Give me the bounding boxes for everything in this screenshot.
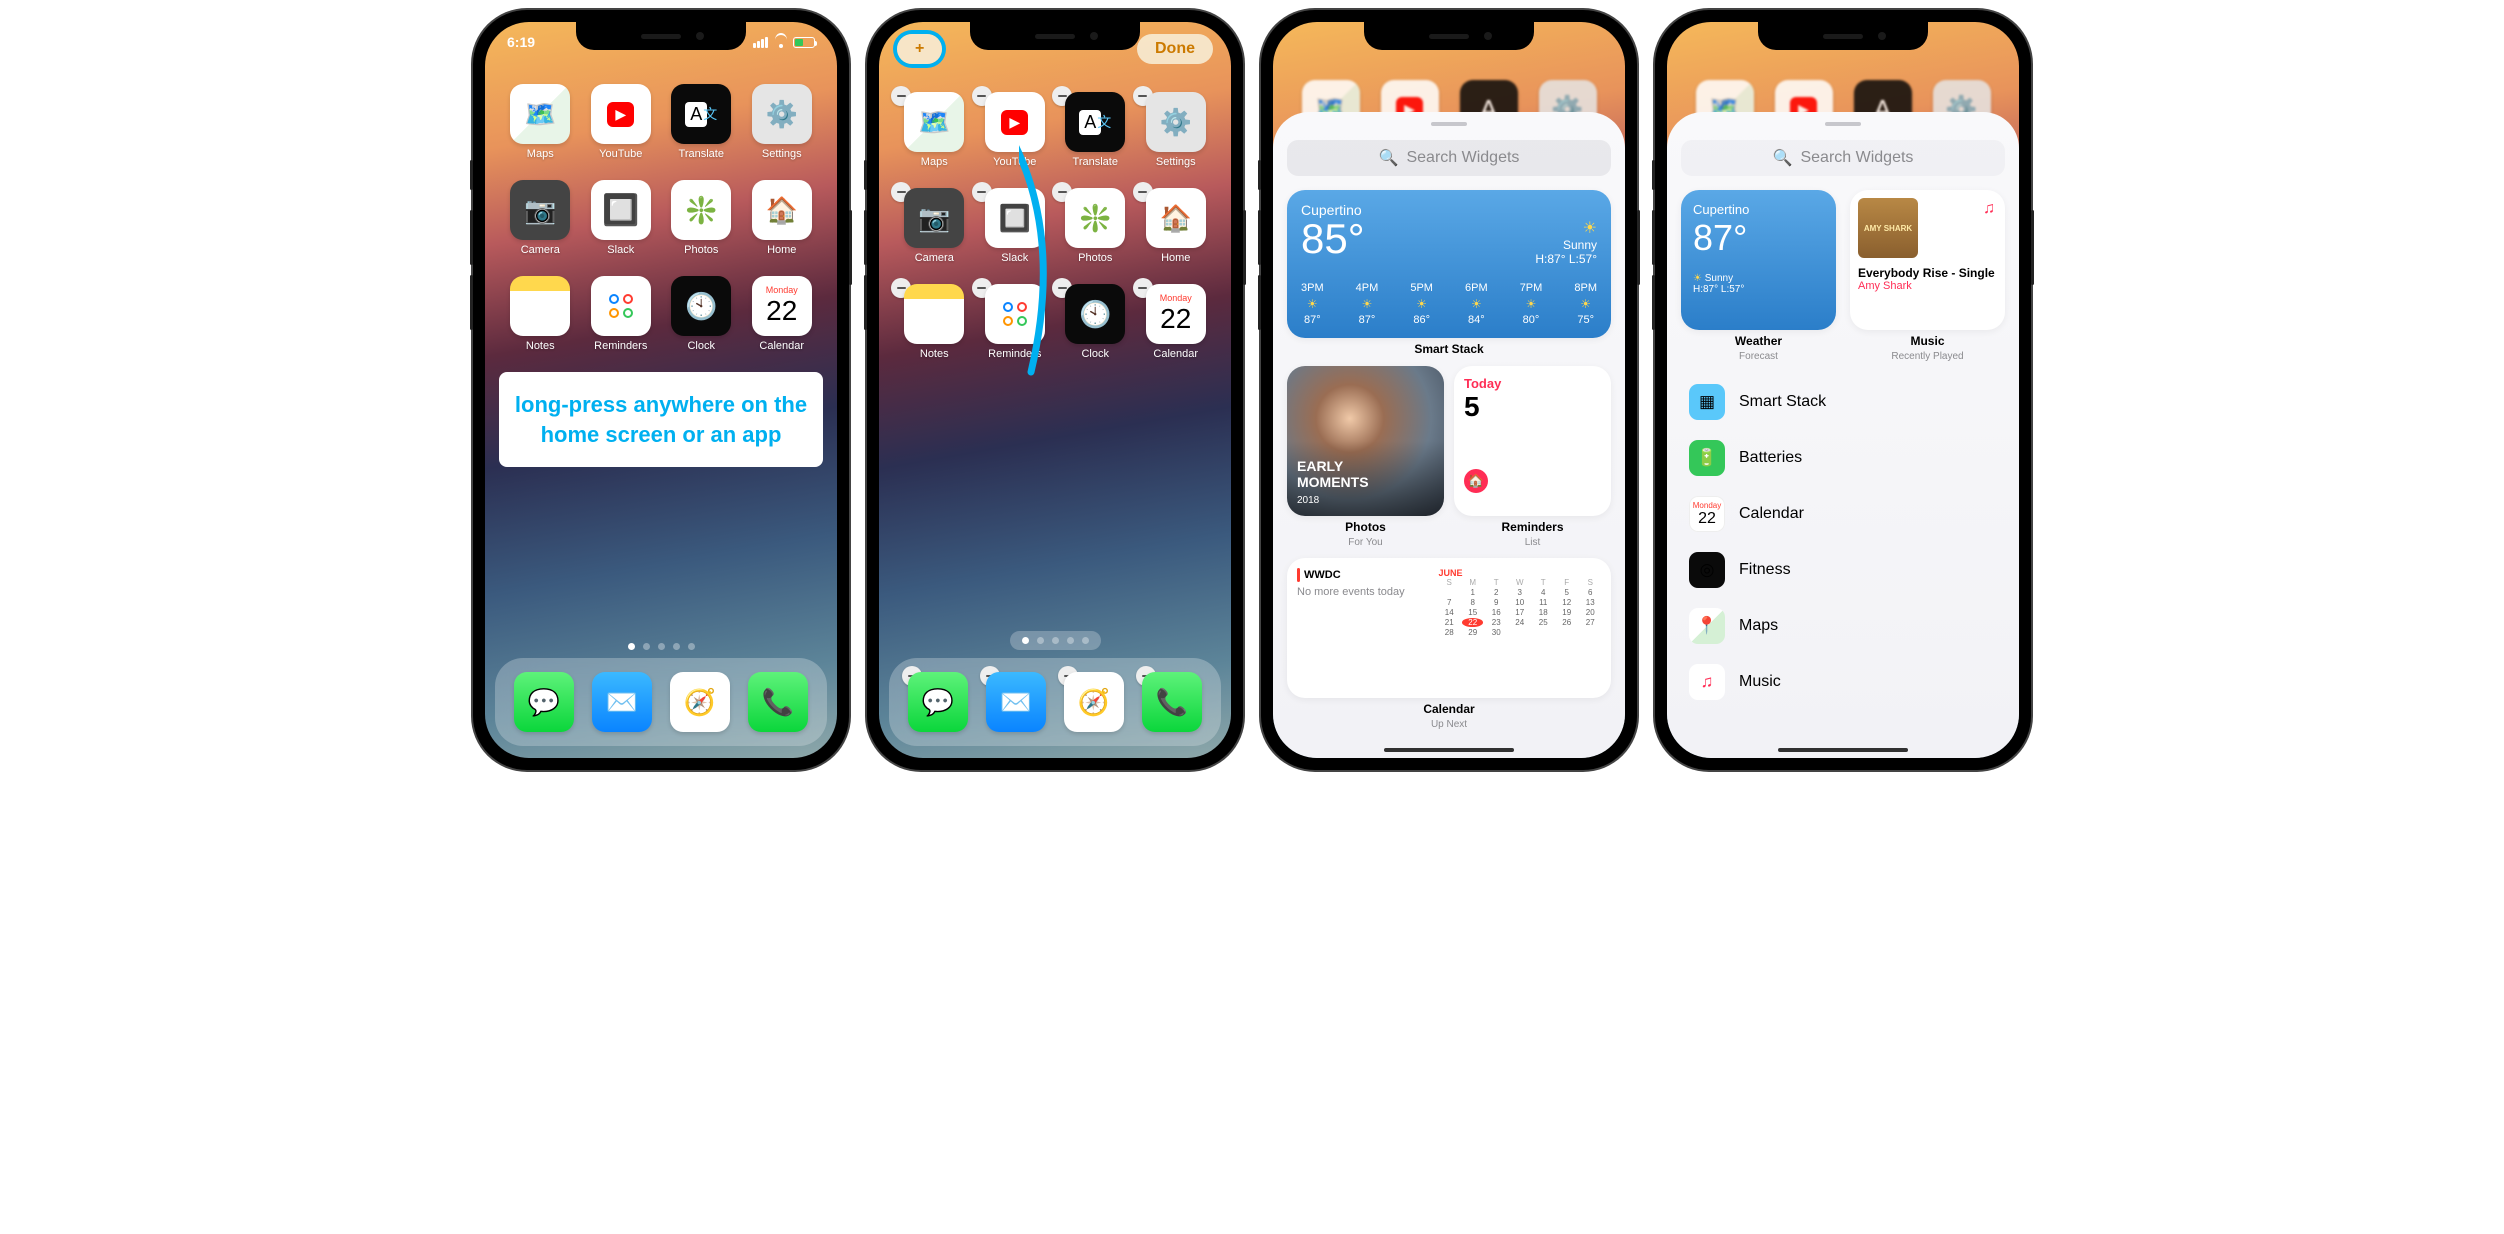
home-icon: 🏠 xyxy=(1464,469,1488,493)
dock-phone[interactable]: 📞 xyxy=(1142,672,1202,732)
widget-row-stack[interactable]: ▦Smart Stack xyxy=(1681,374,2005,430)
notch xyxy=(1364,22,1534,50)
sheet-grabber[interactable] xyxy=(1431,122,1467,126)
app-maps[interactable]: 🗺️Maps xyxy=(897,92,972,168)
app-grid: 🗺️Maps ▶YouTube A文Translate ⚙️Settings 📷… xyxy=(485,84,837,352)
dock-mail[interactable]: ✉️ xyxy=(986,672,1046,732)
app-reminders[interactable]: Reminders xyxy=(978,284,1053,360)
home-screen-edit[interactable]: + Done 🗺️Maps ▶YouTube A文Translate ⚙️Set… xyxy=(879,22,1231,758)
app-home[interactable]: 🏠Home xyxy=(1139,188,1214,264)
sun-icon: ☀︎ xyxy=(1693,273,1702,284)
home-indicator[interactable] xyxy=(1778,748,1908,752)
search-widgets-input[interactable]: 🔍 Search Widgets xyxy=(1287,140,1611,176)
dock-safari[interactable]: 🧭 xyxy=(670,672,730,732)
widget-gallery-stack: 🗺️▶A⚙️ 🔍 Search Widgets Cupertino 85° ☀︎… xyxy=(1273,22,1625,758)
sheet-grabber[interactable] xyxy=(1825,122,1861,126)
widget-row-music[interactable]: ♫Music xyxy=(1681,654,2005,710)
dock-messages[interactable]: 💬 xyxy=(908,672,968,732)
phone-1: 6:19 🗺️Maps ▶YouTube A文Translate ⚙️Setti… xyxy=(473,10,849,770)
instruction-overlay: long-press anywhere on the home screen o… xyxy=(499,372,823,467)
search-icon: 🔍 xyxy=(1379,148,1399,168)
battery-icon xyxy=(793,37,815,48)
app-reminders[interactable]: Reminders xyxy=(584,276,659,352)
reminders-widget[interactable]: Today 5 🏠 xyxy=(1454,366,1611,516)
maps-icon: 📍 xyxy=(1689,608,1725,644)
app-notes[interactable]: Notes xyxy=(503,276,578,352)
widget-sheet[interactable]: 🔍 Search Widgets Cupertino 87° ☀︎ Sunny … xyxy=(1667,112,2019,758)
batt-icon: 🔋 xyxy=(1689,440,1725,476)
weather-widget[interactable]: Cupertino 85° ☀︎ Sunny H:87° L:57° 3PM☀︎… xyxy=(1287,190,1611,338)
app-clock[interactable]: 🕙Clock xyxy=(664,276,739,352)
app-slack[interactable]: 🔲Slack xyxy=(978,188,1053,264)
search-icon: 🔍 xyxy=(1773,148,1793,168)
hourly-forecast: 3PM☀︎87°4PM☀︎87°5PM☀︎86°6PM☀︎84°7PM☀︎80°… xyxy=(1301,282,1597,326)
dock: 💬 ✉️ 🧭 📞 xyxy=(889,658,1221,746)
calendar-widget[interactable]: WWDC No more events today JUNE SMTWTFS12… xyxy=(1287,558,1611,698)
page-indicator[interactable] xyxy=(1010,631,1101,650)
home-indicator[interactable] xyxy=(1384,748,1514,752)
done-button[interactable]: Done xyxy=(1137,34,1213,64)
home-screen[interactable]: 6:19 🗺️Maps ▶YouTube A文Translate ⚙️Setti… xyxy=(485,22,837,758)
app-photos[interactable]: ❇️Photos xyxy=(1058,188,1133,264)
phone-2: + Done 🗺️Maps ▶YouTube A文Translate ⚙️Set… xyxy=(867,10,1243,770)
widget-list: ▦Smart Stack🔋BatteriesMonday22Calendar◎F… xyxy=(1681,374,2005,710)
widget-gallery-list: 🗺️▶A⚙️ 🔍 Search Widgets Cupertino 87° ☀︎… xyxy=(1667,22,2019,758)
smart-stack-label: Smart Stack xyxy=(1287,342,1611,356)
page-indicator[interactable] xyxy=(485,643,837,650)
wifi-icon xyxy=(773,36,788,48)
stack-icon: ▦ xyxy=(1689,384,1725,420)
app-translate[interactable]: A文Translate xyxy=(1058,92,1133,168)
album-cover: AMY SHARK xyxy=(1858,198,1918,258)
widget-row-fit[interactable]: ◎Fitness xyxy=(1681,542,2005,598)
notch xyxy=(576,22,746,50)
status-time: 6:19 xyxy=(507,34,535,50)
app-photos[interactable]: ❇️Photos xyxy=(664,180,739,256)
widget-row-batt[interactable]: 🔋Batteries xyxy=(1681,430,2005,486)
app-maps[interactable]: 🗺️Maps xyxy=(503,84,578,160)
app-notes[interactable]: Notes xyxy=(897,284,972,360)
add-widget-button[interactable]: + xyxy=(897,34,942,64)
app-settings[interactable]: ⚙️Settings xyxy=(1139,92,1214,168)
app-home[interactable]: 🏠Home xyxy=(745,180,820,256)
widget-sheet[interactable]: 🔍 Search Widgets Cupertino 85° ☀︎ Sunny … xyxy=(1273,112,1625,758)
search-widgets-input[interactable]: 🔍 Search Widgets xyxy=(1681,140,2005,176)
sun-icon: ☀︎ xyxy=(1535,218,1597,238)
signal-icon xyxy=(753,37,768,48)
dock-messages[interactable]: 💬 xyxy=(514,672,574,732)
dock-safari[interactable]: 🧭 xyxy=(1064,672,1124,732)
app-slack[interactable]: 🔲Slack xyxy=(584,180,659,256)
phone-3: 🗺️▶A⚙️ 🔍 Search Widgets Cupertino 85° ☀︎… xyxy=(1261,10,1637,770)
fit-icon: ◎ xyxy=(1689,552,1725,588)
cal-icon: Monday22 xyxy=(1689,496,1725,532)
app-clock[interactable]: 🕙Clock xyxy=(1058,284,1133,360)
music-widget-small[interactable]: AMY SHARK ♫ Everybody Rise - Single Amy … xyxy=(1850,190,2005,330)
app-translate[interactable]: A文Translate xyxy=(664,84,739,160)
photos-widget[interactable]: EARLYMOMENTS2018 xyxy=(1287,366,1444,516)
phone-4: 🗺️▶A⚙️ 🔍 Search Widgets Cupertino 87° ☀︎… xyxy=(1655,10,2031,770)
dock: 💬 ✉️ 🧭 📞 xyxy=(495,658,827,746)
dock-phone[interactable]: 📞 xyxy=(748,672,808,732)
notch xyxy=(970,22,1140,50)
app-calendar[interactable]: Monday22Calendar xyxy=(1139,284,1214,360)
app-youtube[interactable]: ▶YouTube xyxy=(584,84,659,160)
app-grid-edit: 🗺️Maps ▶YouTube A文Translate ⚙️Settings 📷… xyxy=(879,92,1231,360)
dock-mail[interactable]: ✉️ xyxy=(592,672,652,732)
app-youtube[interactable]: ▶YouTube xyxy=(978,92,1053,168)
notch xyxy=(1758,22,1928,50)
music-icon: ♫ xyxy=(1689,664,1725,700)
widget-row-maps[interactable]: 📍Maps xyxy=(1681,598,2005,654)
widget-row-cal[interactable]: Monday22Calendar xyxy=(1681,486,2005,542)
app-camera[interactable]: 📷Camera xyxy=(503,180,578,256)
weather-widget-small[interactable]: Cupertino 87° ☀︎ Sunny H:87° L:57° xyxy=(1681,190,1836,330)
app-camera[interactable]: 📷Camera xyxy=(897,188,972,264)
app-calendar[interactable]: Monday22Calendar xyxy=(745,276,820,352)
app-settings[interactable]: ⚙️Settings xyxy=(745,84,820,160)
music-icon: ♫ xyxy=(1983,200,1995,218)
